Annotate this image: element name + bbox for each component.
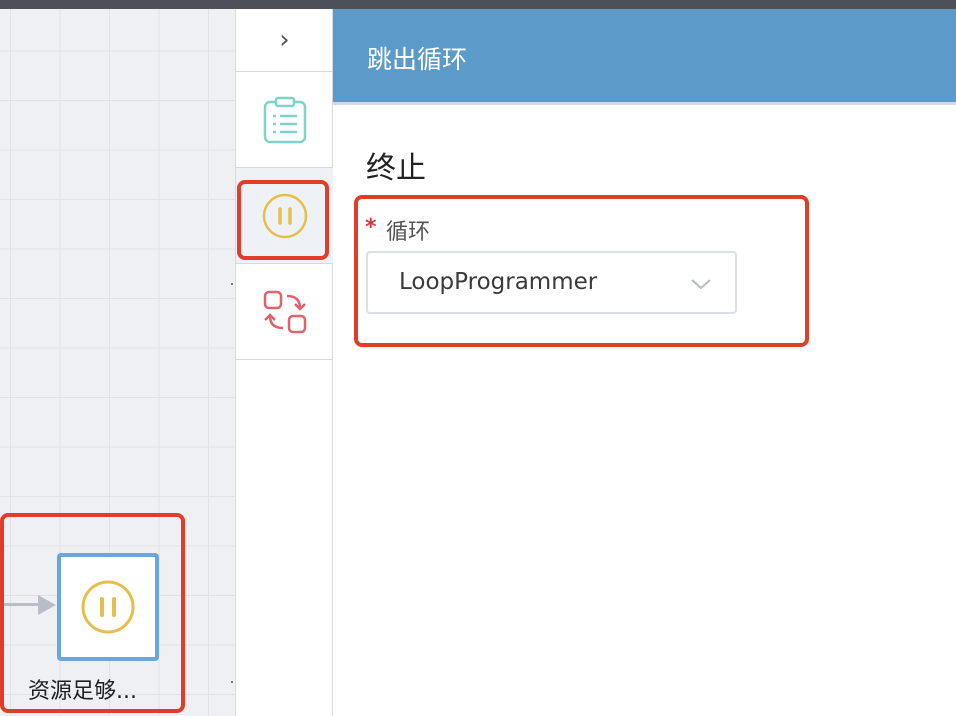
chevron-right-icon: › — [279, 25, 290, 55]
properties-panel: 跳出循环 终止 * 循环 LoopProgrammer — [333, 9, 956, 716]
canvas-dot — [231, 681, 233, 683]
canvas-node-highlight — [0, 513, 185, 713]
panel-header: 跳出循环 — [333, 9, 956, 105]
canvas-dot — [231, 283, 233, 285]
section-title: 终止 — [366, 151, 426, 186]
collapse-panel-button[interactable]: › — [236, 9, 333, 72]
panel-title: 跳出循环 — [367, 45, 468, 74]
field-highlight — [354, 195, 809, 347]
toolbar-item-swap[interactable] — [236, 264, 333, 360]
swap-icon — [263, 290, 306, 333]
toolbar-item-highlight — [237, 180, 329, 260]
clipboard-list-icon — [263, 96, 306, 143]
node-toolbar: › — [235, 9, 333, 716]
window-top-strip — [0, 0, 956, 9]
toolbar-item-properties[interactable] — [236, 72, 333, 168]
